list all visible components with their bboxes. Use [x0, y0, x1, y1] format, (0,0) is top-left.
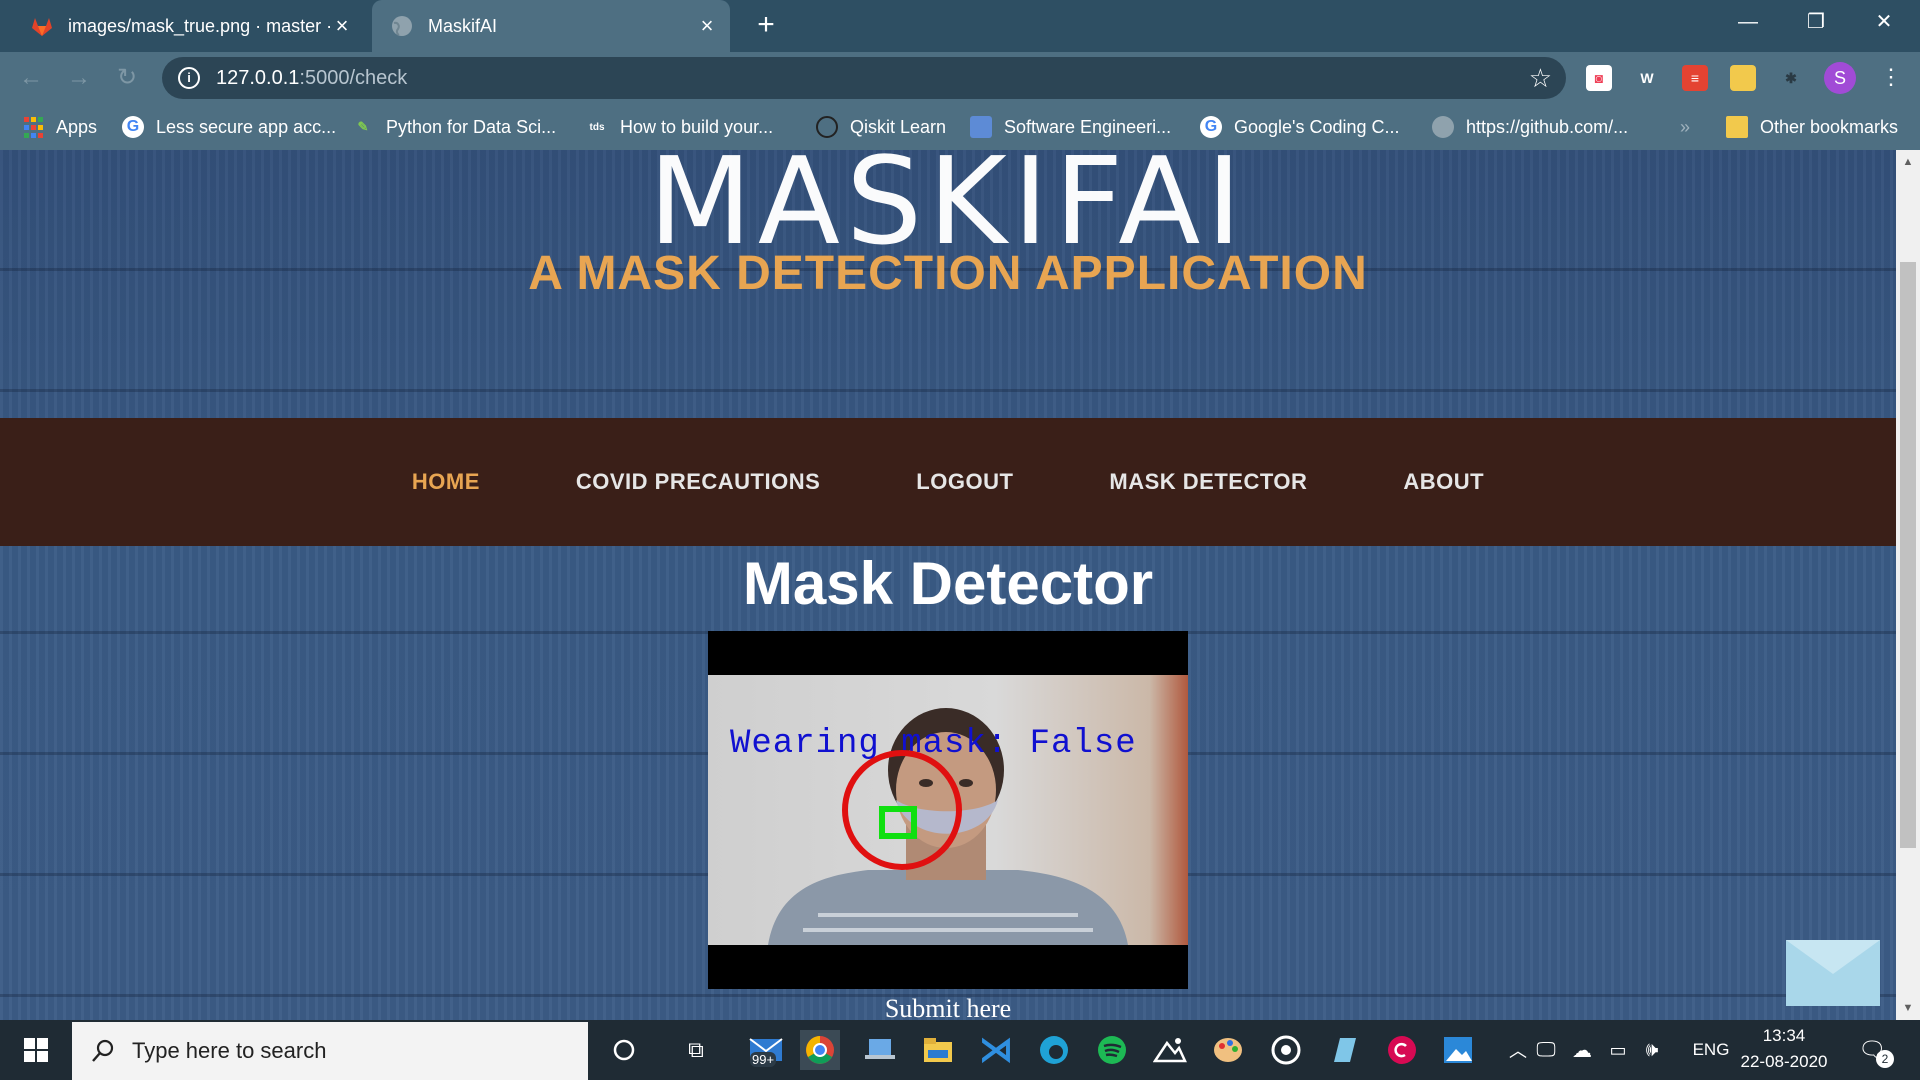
tds-icon: tds	[589, 121, 605, 133]
paint-icon[interactable]	[1208, 1030, 1248, 1070]
scroll-down-icon[interactable]: ▼	[1896, 998, 1920, 1018]
search-placeholder: Type here to search	[132, 1038, 327, 1063]
qiskit-icon	[816, 116, 838, 138]
google-icon: G	[122, 116, 144, 138]
url-text: 127.0.0.1:5000/check	[216, 66, 408, 89]
debian-app-icon[interactable]	[1382, 1030, 1422, 1070]
language-indicator[interactable]: ENG	[1686, 1040, 1736, 1060]
taskbar-search[interactable]: Type here to search	[72, 1022, 588, 1080]
nav-covid-precautions[interactable]: COVID PRECAUTIONS	[576, 469, 820, 495]
start-button[interactable]	[0, 1020, 72, 1080]
nav-mask-detector[interactable]: MASK DETECTOR	[1109, 469, 1307, 495]
submit-link[interactable]: Submit here	[0, 994, 1896, 1020]
page-content: MASKIFAI A MASK DETECTION APPLICATION HO…	[0, 150, 1896, 1020]
forward-icon[interactable]: →	[64, 63, 94, 93]
file-explorer-icon[interactable]	[918, 1030, 958, 1070]
close-icon[interactable]: ×	[331, 13, 353, 39]
close-icon[interactable]: ×	[696, 13, 718, 39]
bookmark-other[interactable]: Other bookmarks	[1726, 104, 1898, 150]
notes-extension-icon[interactable]	[1730, 65, 1756, 91]
edge-icon[interactable]	[1034, 1030, 1074, 1070]
back-icon[interactable]: ←	[16, 63, 46, 93]
globe-icon	[392, 16, 412, 36]
notes-app-icon[interactable]	[1324, 1030, 1364, 1070]
onedrive-cloud-icon[interactable]: ☁	[1562, 1030, 1602, 1070]
webcam-frame: Wearing mask: False	[708, 675, 1188, 945]
clock-date[interactable]: 22-08-2020	[1732, 1052, 1836, 1072]
nav-home[interactable]: HOME	[412, 469, 480, 495]
laptop-app-icon[interactable]	[860, 1030, 900, 1070]
cortana-icon[interactable]	[604, 1030, 644, 1070]
bookmark-tds[interactable]: tds How to build your...	[586, 104, 774, 150]
webcam-video-feed: Wearing mask: False	[708, 631, 1188, 989]
tab-title: images/mask_true.png · master ·	[68, 15, 331, 36]
wappalyzer-extension-icon[interactable]: W	[1634, 65, 1660, 91]
media-player-icon[interactable]	[1266, 1030, 1306, 1070]
mail-badge: 99+	[750, 1052, 777, 1067]
apps-grid-icon	[22, 116, 44, 138]
pocket-extension-icon[interactable]: ◙	[1586, 65, 1612, 91]
notification-badge: 2	[1876, 1050, 1894, 1068]
globe-icon	[1432, 116, 1454, 138]
mail-app-icon[interactable]: 99+	[746, 1030, 786, 1070]
section-title: Mask Detector	[742, 550, 1154, 617]
page-scrollbar[interactable]: ▲ ▼	[1896, 150, 1920, 1020]
folder-icon	[1726, 116, 1748, 138]
image-viewer-icon[interactable]	[1438, 1030, 1478, 1070]
bookmark-python[interactable]: ✎ Python for Data Sci...	[352, 104, 557, 150]
menu-icon[interactable]: ⋮	[1880, 64, 1902, 90]
spotify-icon[interactable]	[1092, 1030, 1132, 1070]
bookmark-apps[interactable]: Apps	[22, 104, 97, 150]
bookmark-star-icon[interactable]: ☆	[1529, 63, 1552, 94]
chrome-icon[interactable]	[800, 1030, 840, 1070]
bookmark-google-coding[interactable]: G Google's Coding C...	[1200, 104, 1400, 150]
nav-about[interactable]: ABOUT	[1403, 469, 1484, 495]
tab-gitlab[interactable]: images/mask_true.png · master · ×	[10, 0, 365, 52]
minimize-icon[interactable]: —	[1714, 0, 1782, 44]
windows-taskbar: Type here to search ⧉ 99+ ⋊ ︿ 🖵 ☁ ▭ 🕪 EN…	[0, 1020, 1920, 1080]
mail-widget-icon[interactable]	[1786, 940, 1880, 1006]
window-close-icon[interactable]: ✕	[1850, 0, 1918, 44]
bookmark-qiskit[interactable]: Qiskit Learn	[816, 104, 946, 150]
tab-maskifai[interactable]: MaskifAI ×	[372, 0, 730, 52]
detection-markers	[842, 750, 962, 870]
main-nav: HOME COVID PRECAUTIONS LOGOUT MASK DETEC…	[0, 418, 1896, 546]
clock-time[interactable]: 13:34	[1740, 1026, 1828, 1046]
photos-app-icon[interactable]	[1150, 1030, 1190, 1070]
task-view-icon[interactable]: ⧉	[676, 1030, 716, 1070]
gitlab-icon	[32, 18, 52, 36]
brand-tagline: A MASK DETECTION APPLICATION	[528, 247, 1368, 300]
scroll-thumb[interactable]	[1900, 262, 1916, 848]
nav-logout[interactable]: LOGOUT	[916, 469, 1013, 495]
bookmark-less-secure[interactable]: G Less secure app acc...	[122, 104, 336, 150]
bookmark-software-eng[interactable]: Software Engineeri...	[970, 104, 1171, 150]
restore-icon[interactable]: ❐	[1782, 0, 1850, 44]
google-icon: G	[1200, 116, 1222, 138]
profile-avatar[interactable]: S	[1824, 62, 1856, 94]
scroll-up-icon[interactable]: ▲	[1896, 152, 1920, 172]
bookmarks-bar: Apps G Less secure app acc... ✎ Python f…	[0, 104, 1920, 150]
notifications-icon[interactable]: 🗨 2	[1852, 1030, 1894, 1070]
bookmark-github[interactable]: https://github.com/...	[1432, 104, 1628, 150]
vscode-icon[interactable]: ⋊	[976, 1030, 1016, 1070]
new-tab-button[interactable]: +	[748, 8, 784, 44]
info-icon[interactable]: i	[178, 67, 200, 89]
browser-toolbar: ← → ↻ i 127.0.0.1:5000/check ☆ ◙ W ≡ ✱ S…	[0, 52, 1920, 104]
network-monitor-icon[interactable]: 🖵	[1526, 1030, 1566, 1070]
bookmark-overflow-chevron[interactable]: »	[1680, 104, 1690, 150]
course-icon	[970, 116, 992, 138]
leaf-icon: ✎	[357, 119, 369, 134]
tab-strip: images/mask_true.png · master · × Maskif…	[0, 0, 1920, 52]
address-bar[interactable]: i 127.0.0.1:5000/check ☆	[162, 57, 1566, 99]
extensions-puzzle-icon[interactable]: ✱	[1778, 65, 1804, 91]
reload-icon[interactable]: ↻	[112, 63, 142, 93]
windows-logo-icon	[24, 1038, 48, 1062]
todoist-extension-icon[interactable]: ≡	[1682, 65, 1708, 91]
nose-detection-box	[879, 806, 917, 839]
search-icon	[92, 1039, 114, 1062]
volume-icon[interactable]: 🕪	[1632, 1030, 1672, 1070]
tab-title: MaskifAI	[428, 15, 498, 36]
